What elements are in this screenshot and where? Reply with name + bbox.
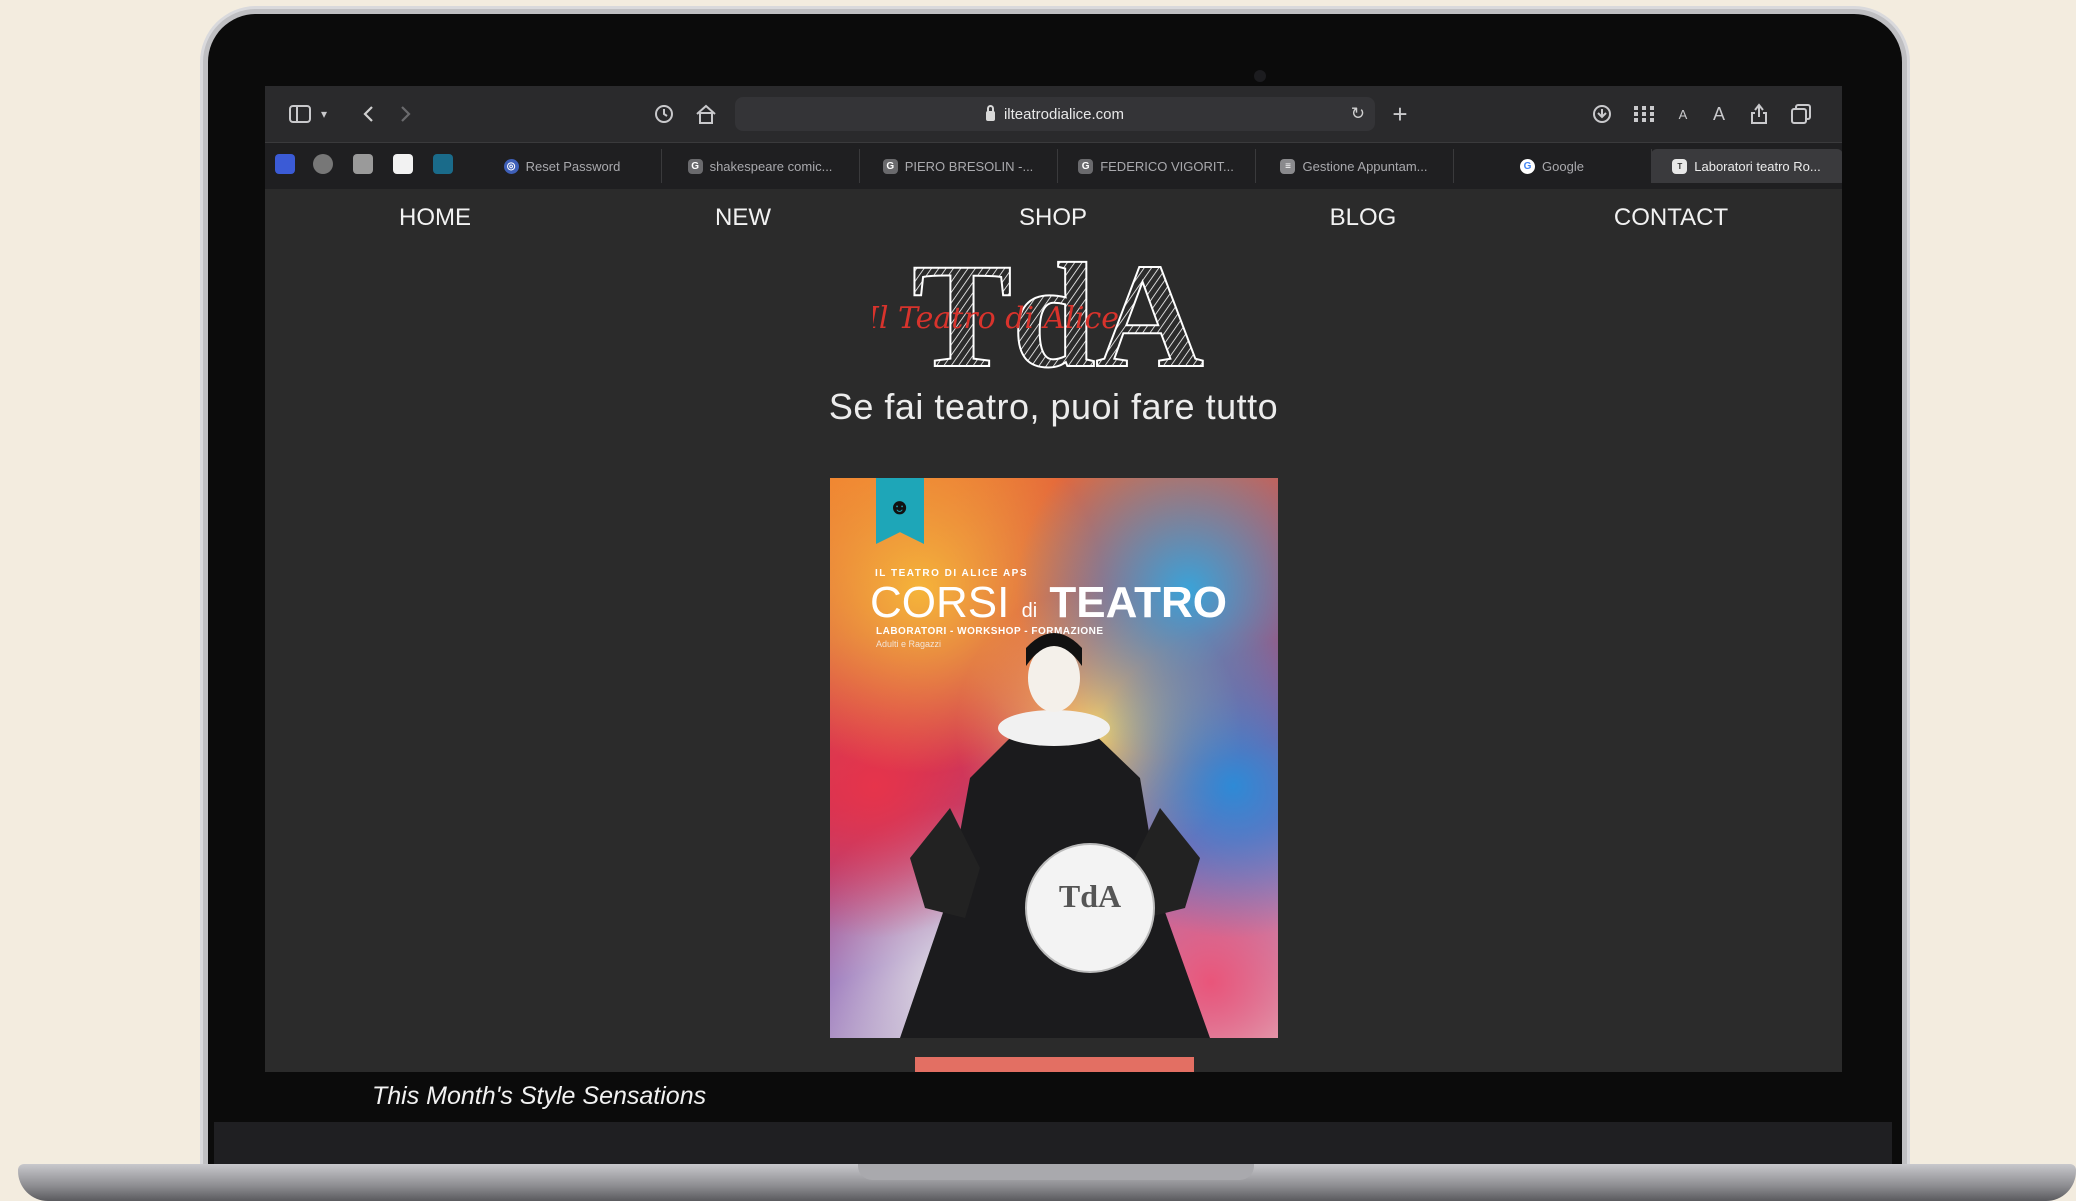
- boat-icon[interactable]: [433, 154, 453, 174]
- camera: [1254, 70, 1266, 82]
- tab-label: Gestione Appuntam...: [1302, 158, 1428, 174]
- tab-federico-vigorito[interactable]: G FEDERICO VIGORIT...: [1057, 149, 1256, 183]
- browser-screen: ▾ ilteatrodialice.com ↻ + A A ◎ Reset Pa…: [265, 86, 1842, 1072]
- section-caption: This Month's Style Sensations: [372, 1082, 707, 1110]
- nav-blog[interactable]: BLOG: [1330, 204, 1397, 232]
- site-tagline: Se fai teatro, puoi fare tutto: [828, 386, 1279, 427]
- tab-laboratori-teatro[interactable]: T Laboratori teatro Ro...: [1651, 149, 1842, 183]
- calendar-icon[interactable]: [275, 154, 295, 174]
- nav-contact[interactable]: CONTACT: [1614, 204, 1728, 232]
- new-tab-icon[interactable]: +: [1387, 99, 1413, 129]
- tab-bar: ◎ Reset Password G shakespeare comic... …: [265, 142, 1842, 189]
- back-icon[interactable]: [357, 100, 379, 128]
- notion-icon[interactable]: [353, 154, 373, 174]
- poster-seal-logo: TdA: [1058, 878, 1122, 914]
- tda-icon: T: [1672, 158, 1688, 174]
- site-logo[interactable]: TdA Il Teatro di Alice: [866, 232, 1243, 400]
- chevron-down-icon[interactable]: ▾: [317, 100, 331, 128]
- g-icon: G: [882, 158, 898, 174]
- pierrot-figure: [900, 633, 1210, 1038]
- browser-toolbar: ▾ ilteatrodialice.com ↻ + A A: [265, 86, 1842, 142]
- course-poster[interactable]: ☻ IL TEATRO DI ALICE APS CORSI di TEATRO…: [830, 478, 1278, 1038]
- text-smaller-icon[interactable]: A: [1675, 100, 1691, 128]
- nav-shop[interactable]: SHOP: [1019, 204, 1087, 232]
- share-icon[interactable]: [1747, 100, 1771, 128]
- tab-shakespeare[interactable]: G shakespeare comic...: [661, 149, 860, 183]
- tab-google[interactable]: G Google: [1453, 149, 1652, 183]
- cta-button[interactable]: [915, 1057, 1194, 1072]
- sidebar-icon[interactable]: [287, 100, 313, 128]
- screen-bezel-bottom: [214, 1122, 1892, 1164]
- url-text: ilteatrodialice.com: [1003, 105, 1125, 123]
- reload-icon[interactable]: ↻: [1351, 104, 1365, 124]
- home-icon[interactable]: [693, 100, 719, 128]
- tab-label: FEDERICO VIGORIT...: [1100, 158, 1234, 174]
- lock-icon: [985, 105, 995, 121]
- tab-label: Laboratori teatro Ro...: [1694, 158, 1821, 174]
- tabs-overview-icon[interactable]: [1789, 100, 1813, 128]
- nav-new[interactable]: NEW: [715, 204, 771, 232]
- cloud-icon[interactable]: [393, 154, 413, 174]
- address-bar[interactable]: ilteatrodialice.com ↻: [735, 97, 1375, 131]
- tab-label: Google: [1542, 158, 1584, 174]
- google-icon: G: [1520, 158, 1536, 174]
- laptop-notch: [858, 1164, 1254, 1180]
- forward-icon[interactable]: [395, 100, 417, 128]
- globe-icon: ◎: [503, 158, 519, 174]
- doc-icon: ≡: [1280, 158, 1296, 174]
- tab-gestione-appuntamenti[interactable]: ≡ Gestione Appuntam...: [1255, 149, 1454, 183]
- tab-piero-bresolin[interactable]: G PIERO BRESOLIN -...: [859, 149, 1058, 183]
- history-icon[interactable]: [651, 100, 677, 128]
- g-icon: G: [687, 158, 703, 174]
- download-icon[interactable]: [1589, 100, 1615, 128]
- tab-label: Reset Password: [525, 158, 621, 174]
- tab-label: shakespeare comic...: [709, 158, 833, 174]
- logo-script: Il Teatro di Alice: [873, 301, 1119, 336]
- tab-reset-password[interactable]: ◎ Reset Password: [463, 149, 662, 183]
- grid-icon[interactable]: [1631, 100, 1657, 128]
- text-larger-icon[interactable]: A: [1709, 100, 1729, 128]
- tab-label: PIERO BRESOLIN -...: [904, 158, 1034, 174]
- g-icon: G: [1078, 158, 1094, 174]
- settings-icon[interactable]: [313, 154, 333, 174]
- nav-home[interactable]: HOME: [399, 204, 471, 232]
